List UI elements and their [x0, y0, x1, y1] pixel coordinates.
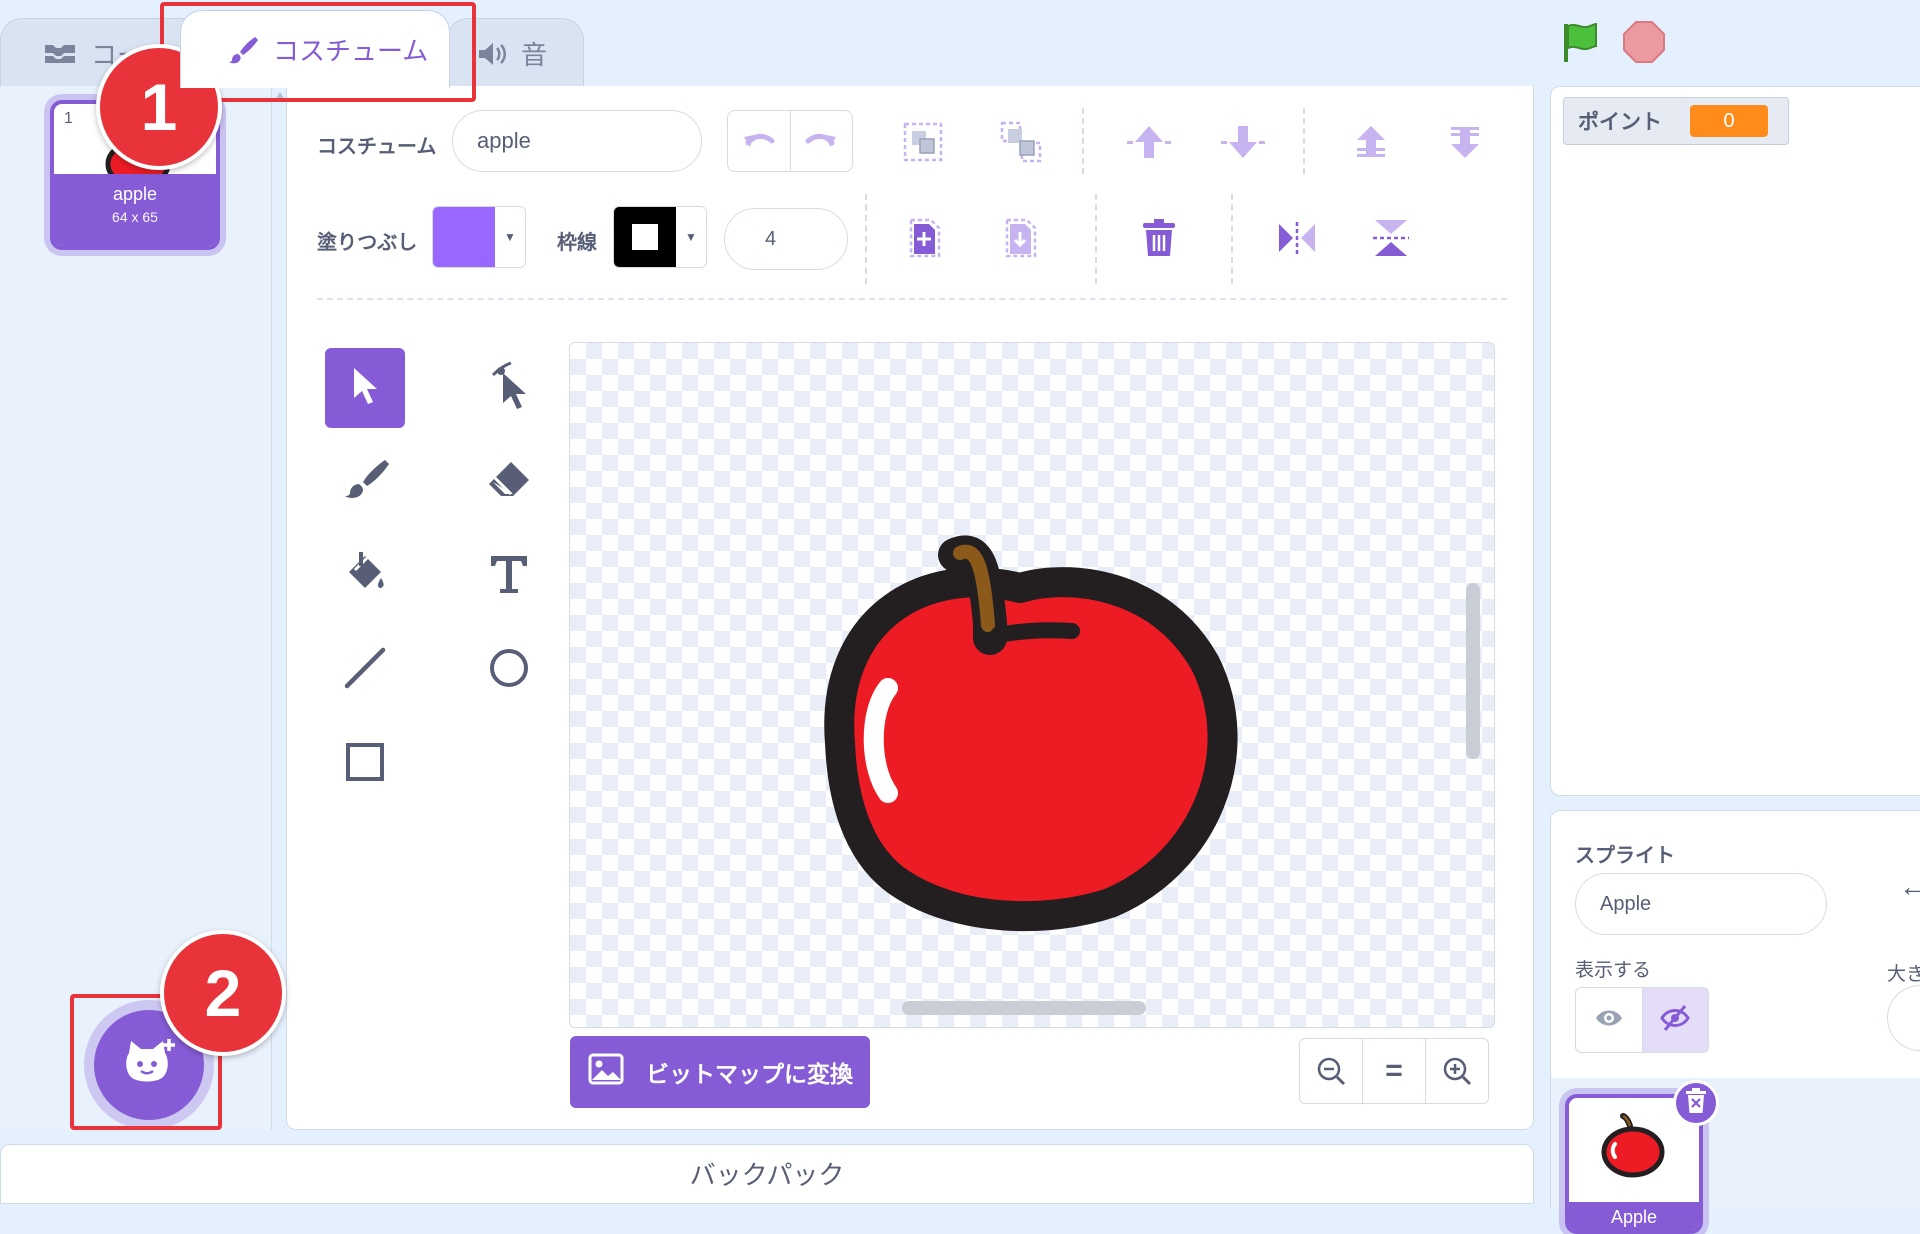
- toolbar-divider: [1231, 194, 1233, 284]
- brush-tool[interactable]: [325, 442, 405, 522]
- circle-icon: [487, 646, 531, 695]
- speaker-icon: [477, 41, 507, 67]
- backward-icon[interactable]: [1219, 118, 1267, 166]
- delete-sprite-button[interactable]: [1673, 1080, 1719, 1126]
- eye-hidden-icon: [1659, 1004, 1691, 1037]
- brush-icon: [341, 456, 389, 509]
- costume-number: 1: [64, 110, 73, 127]
- line-tool[interactable]: [325, 630, 405, 710]
- sprite-name-input[interactable]: Apple: [1575, 873, 1827, 935]
- horizontal-scrollbar[interactable]: [902, 1001, 1146, 1015]
- outline-color-picker[interactable]: ▼: [613, 206, 707, 268]
- show-sprite-button[interactable]: [1576, 988, 1643, 1052]
- reshape-icon: [487, 361, 531, 416]
- undo-icon[interactable]: [728, 111, 791, 171]
- size-label: 大き: [1887, 964, 1920, 985]
- redo-icon[interactable]: [791, 111, 853, 171]
- text-tool[interactable]: [469, 536, 549, 616]
- zoom-reset-button[interactable]: =: [1363, 1039, 1426, 1103]
- undo-redo-group: [727, 110, 853, 172]
- convert-to-bitmap-label: ビットマップに変換: [646, 1061, 853, 1087]
- paint-bucket-icon: [341, 550, 389, 603]
- outline-color-swatch: [614, 207, 676, 267]
- tab-sounds-label: 音: [521, 40, 548, 70]
- fill-color-picker[interactable]: ▼: [432, 206, 526, 268]
- chevron-down-icon: ▼: [504, 230, 516, 244]
- toolbar-separator: [317, 298, 1507, 300]
- eraser-icon: [485, 456, 533, 509]
- sprite-pane: Apple: [1550, 1078, 1920, 1234]
- costume-card-label: apple 64 x 65: [54, 174, 216, 246]
- flip-vertical-icon[interactable]: [1367, 214, 1415, 262]
- backpack-bar[interactable]: バックパック: [0, 1144, 1534, 1204]
- monitor-label: ポイント: [1578, 111, 1662, 134]
- fill-color-swatch: [433, 207, 495, 267]
- line-icon: [342, 645, 388, 696]
- paste-icon[interactable]: [997, 214, 1045, 262]
- sprite-thumbnail-image: [1597, 1112, 1667, 1183]
- eraser-tool[interactable]: [469, 442, 549, 522]
- outline-width-input[interactable]: 4: [724, 208, 848, 270]
- image-icon: [588, 1053, 624, 1091]
- backpack-label: バックパック: [689, 1160, 845, 1190]
- sprite-thumbnail-label: Apple: [1569, 1202, 1699, 1230]
- vertical-scrollbar[interactable]: [1466, 583, 1480, 759]
- arrow-pointer-icon: [350, 366, 380, 411]
- tab-costumes[interactable]: コスチューム: [180, 10, 450, 88]
- monitor-value: 0: [1690, 105, 1768, 137]
- apple-drawing: [824, 535, 1238, 932]
- code-icon: [43, 42, 77, 66]
- toolbar-divider: [1095, 194, 1097, 284]
- fill-tool[interactable]: [325, 536, 405, 616]
- text-icon: [487, 552, 531, 601]
- size-input[interactable]: [1887, 985, 1920, 1051]
- sprite-info-panel: スプライト Apple ← 表示する 大き: [1550, 810, 1920, 1080]
- trash-icon: [1684, 1087, 1708, 1119]
- zoom-reset-label: =: [1385, 1054, 1403, 1087]
- zoom-controls: =: [1299, 1038, 1489, 1104]
- back-icon[interactable]: [1441, 118, 1489, 166]
- delete-icon[interactable]: [1135, 214, 1183, 262]
- variable-monitor: ポイント 0: [1563, 97, 1789, 145]
- eye-icon: [1594, 1008, 1624, 1033]
- brush-icon: [227, 34, 259, 66]
- visibility-toggle: [1575, 987, 1709, 1053]
- forward-icon[interactable]: [1125, 118, 1173, 166]
- zoom-in-icon[interactable]: [1426, 1039, 1488, 1103]
- green-flag-icon[interactable]: [1560, 20, 1604, 69]
- ungroup-icon[interactable]: [997, 118, 1045, 166]
- paint-editor: コスチューム apple 塗りつぶし ▼ 枠線 ▼ 4 ビットマップに変換 =: [286, 86, 1534, 1130]
- costume-name-input[interactable]: apple: [452, 110, 702, 172]
- rectangle-tool[interactable]: [325, 724, 405, 804]
- costume-card-size: 64 x 65: [112, 209, 158, 225]
- fill-label: 塗りつぶし: [317, 232, 418, 254]
- costume-card-name: apple: [112, 184, 158, 204]
- sprite-section-label: スプライト: [1575, 845, 1675, 867]
- front-icon[interactable]: [1347, 118, 1395, 166]
- convert-to-bitmap-button[interactable]: ビットマップに変換: [570, 1036, 870, 1108]
- tab-costumes-label: コスチューム: [273, 36, 429, 66]
- circle-tool[interactable]: [469, 630, 549, 710]
- chevron-down-icon: ▼: [685, 230, 697, 244]
- paint-canvas[interactable]: [569, 342, 1495, 1028]
- reshape-tool[interactable]: [469, 348, 549, 428]
- rectangle-icon: [344, 741, 386, 788]
- costume-name-label: コスチューム: [317, 136, 437, 158]
- copy-icon[interactable]: [901, 214, 949, 262]
- group-icon[interactable]: [899, 118, 947, 166]
- direction-arrow-icon: ←: [1899, 871, 1920, 902]
- hide-sprite-button[interactable]: [1642, 988, 1708, 1052]
- toolbar-divider: [865, 194, 867, 284]
- stage[interactable]: ポイント 0: [1550, 86, 1920, 796]
- zoom-out-icon[interactable]: [1300, 1039, 1363, 1103]
- stop-icon[interactable]: [1622, 20, 1666, 69]
- flip-horizontal-icon[interactable]: [1273, 214, 1321, 262]
- show-label: 表示する: [1575, 960, 1652, 981]
- step-badge-2: 2: [160, 930, 286, 1056]
- toolbar-divider: [1082, 108, 1084, 174]
- select-tool[interactable]: [325, 348, 405, 428]
- outline-label: 枠線: [557, 232, 597, 254]
- toolbar-divider: [1303, 108, 1305, 174]
